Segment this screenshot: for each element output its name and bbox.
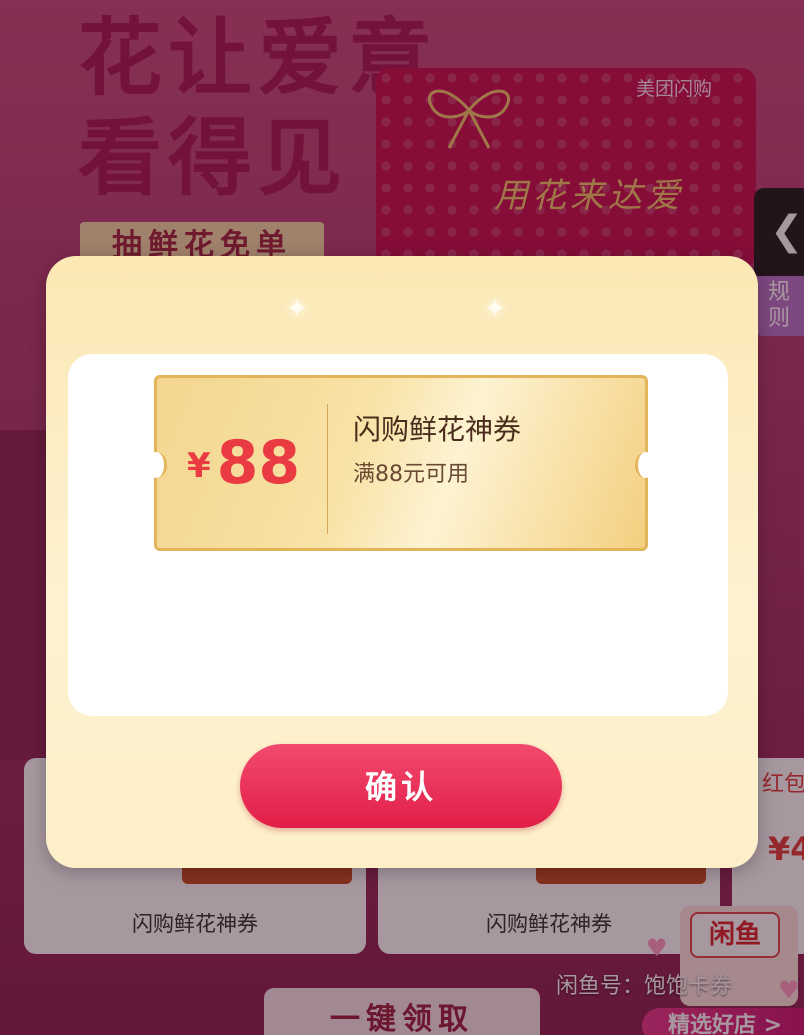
coupon-modal: ✦ ✦ ¥88 闪购鲜花神券 满88元可用 确认 <box>46 256 758 868</box>
confirm-button[interactable]: 确认 <box>240 744 562 828</box>
coupon-amount: 88 <box>216 428 301 498</box>
ticket-notch <box>635 452 656 478</box>
ticket-notch <box>146 452 167 478</box>
coupon-title: 闪购鲜花神券 <box>353 413 522 446</box>
currency-symbol: ¥ <box>187 446 211 486</box>
coupon-condition: 满88元可用 <box>353 462 469 487</box>
coupon-ticket: ¥88 闪购鲜花神券 满88元可用 <box>146 375 656 551</box>
sparkle-icon: ✦ <box>484 294 506 324</box>
sparkle-icon: ✦ <box>286 294 308 324</box>
coupon-divider <box>327 404 328 534</box>
coupon-price: ¥88 <box>187 428 300 498</box>
